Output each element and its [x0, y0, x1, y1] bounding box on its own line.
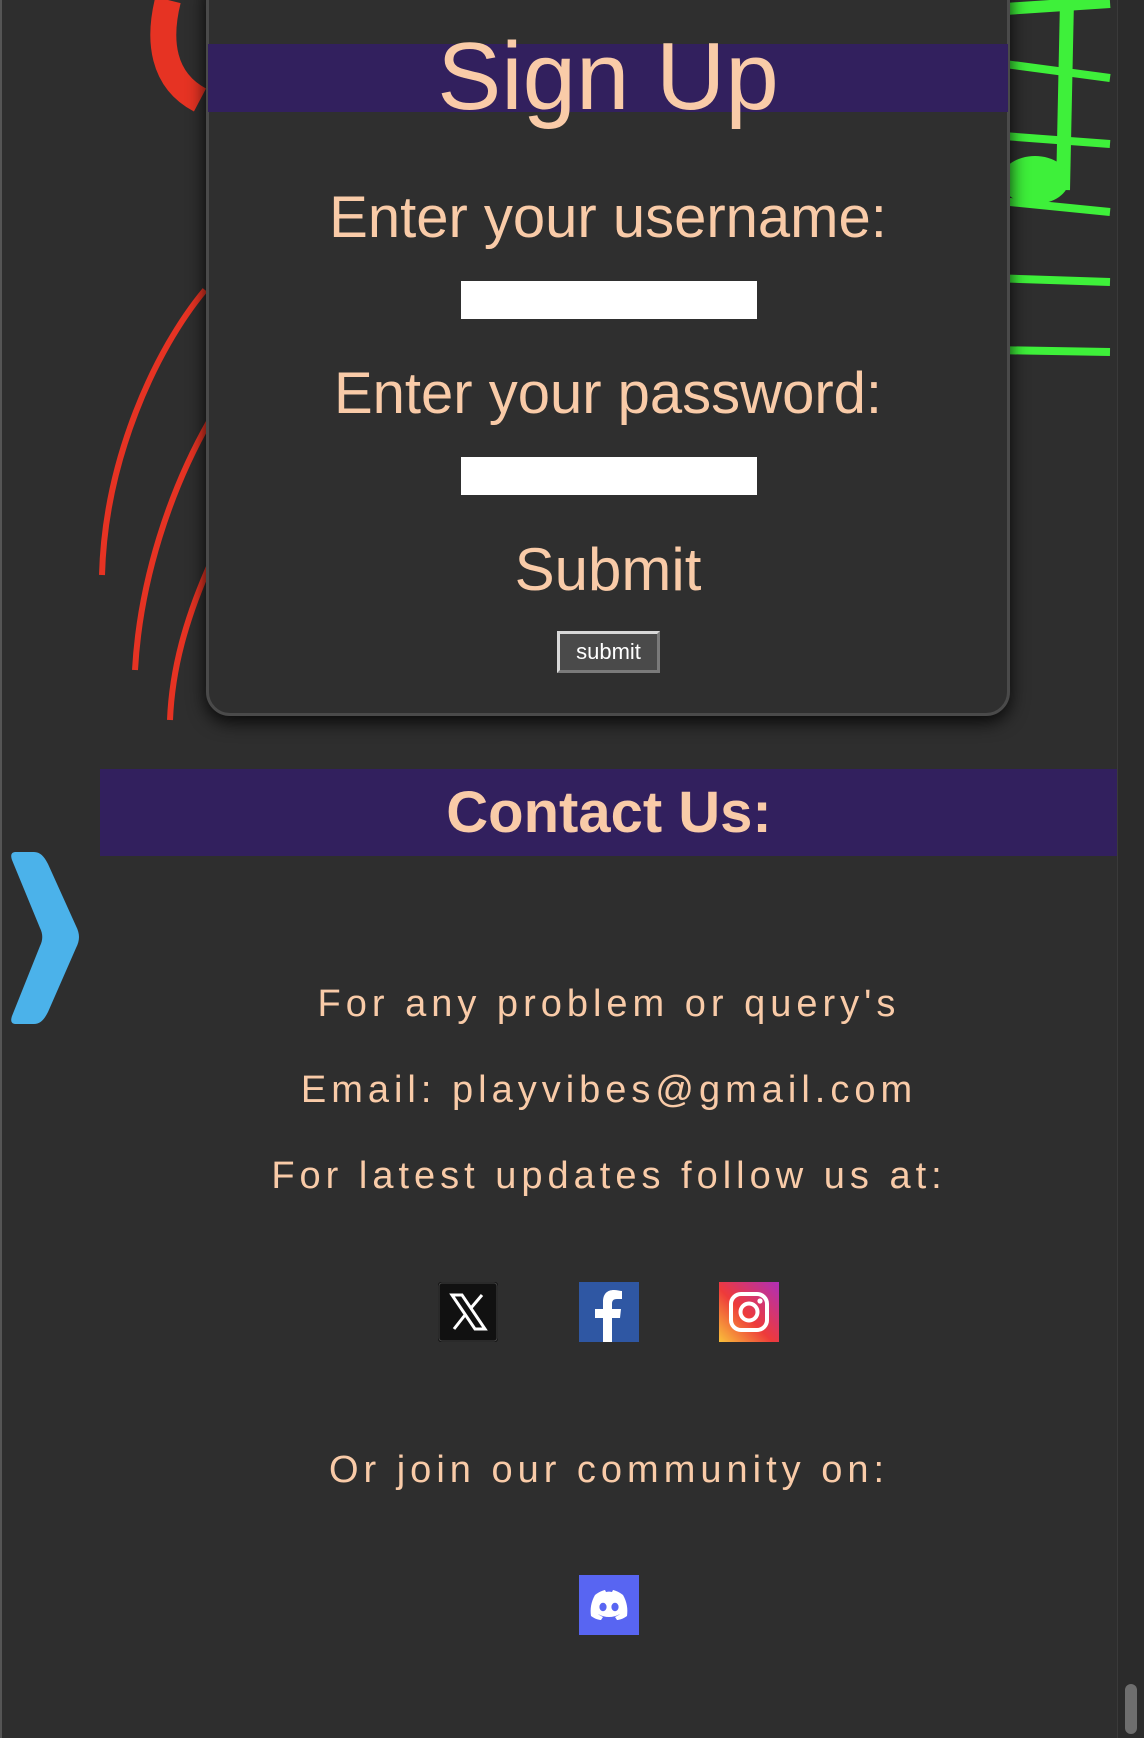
left-border — [0, 0, 2, 1738]
password-input[interactable] — [461, 457, 757, 495]
submit-heading: Submit — [514, 536, 702, 603]
username-input[interactable] — [461, 281, 757, 319]
username-label: Enter your username: — [329, 185, 887, 250]
discord-icon[interactable] — [579, 1575, 639, 1635]
email-text: Email: playvibes@gmail.com — [300, 1069, 918, 1111]
scrollbar-thumb[interactable] — [1125, 1684, 1137, 1734]
chevron-right-icon[interactable] — [10, 846, 80, 1028]
submit-button[interactable]: submit — [557, 631, 660, 673]
x-icon[interactable] — [438, 1282, 498, 1342]
problem-text: For any problem or query's — [317, 983, 901, 1025]
instagram-icon[interactable] — [719, 1282, 779, 1342]
follow-text: For latest updates follow us at: — [271, 1155, 947, 1197]
signup-title: Sign Up — [437, 23, 779, 130]
facebook-icon[interactable] — [579, 1282, 639, 1342]
contact-title: Contact Us: — [446, 780, 772, 845]
password-label: Enter your password: — [333, 361, 883, 426]
vertical-scrollbar[interactable] — [1117, 0, 1144, 1738]
community-text: Or join our community on: — [328, 1449, 890, 1491]
page: Sign Up Enter your username: Enter your … — [0, 0, 1144, 1738]
